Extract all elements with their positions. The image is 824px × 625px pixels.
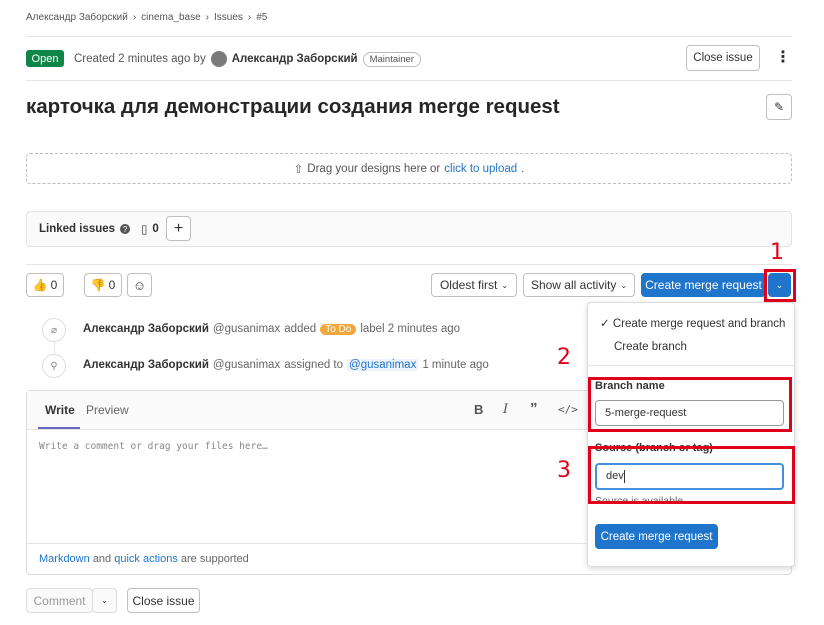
- linked-issues-panel: Linked issues ? ▯ 0: [26, 211, 792, 247]
- breadcrumb-issues[interactable]: Issues: [214, 12, 243, 23]
- comment-button[interactable]: Comment: [26, 588, 93, 613]
- divider: [587, 365, 795, 366]
- dropzone-text: Drag your designs here or: [307, 162, 441, 175]
- issue-meta: Created 2 minutes ago by Александр Забор…: [74, 51, 421, 67]
- breadcrumb-issue-ref[interactable]: #5: [256, 12, 267, 23]
- add-reaction-button[interactable]: ☺: [127, 273, 152, 297]
- footer-close-issue-button[interactable]: Close issue: [127, 588, 200, 613]
- event-handle: @gusanimax: [212, 323, 281, 335]
- event-user[interactable]: Александр Заборский: [83, 323, 209, 335]
- option-create-branch[interactable]: Create branch: [614, 341, 687, 353]
- avatar: [210, 51, 227, 67]
- pencil-icon: ✎: [773, 100, 785, 114]
- chevron-down-icon: ⌄: [101, 596, 108, 605]
- author-name[interactable]: Александр Заборский: [232, 53, 358, 65]
- thumbs-up-icon: 👍: [32, 278, 48, 292]
- italic-icon[interactable]: I: [503, 402, 508, 417]
- add-linked-issue-button[interactable]: +: [166, 216, 191, 241]
- thumbs-down-button[interactable]: 👎 0: [84, 273, 122, 297]
- event-handle: @gusanimax: [212, 359, 281, 371]
- annotation-box-3: [588, 446, 795, 504]
- quick-actions-link[interactable]: quick actions: [114, 553, 178, 565]
- chevron-down-icon: ⌄: [620, 280, 628, 290]
- sort-order-dropdown[interactable]: Oldest first ⌄: [431, 273, 517, 297]
- markdown-link[interactable]: Markdown: [39, 553, 90, 565]
- thumbs-down-icon: 👎: [90, 278, 106, 292]
- activity-filter-dropdown[interactable]: Show all activity ⌄: [523, 273, 635, 297]
- design-dropzone[interactable]: ⇧ Drag your designs here or click to upl…: [26, 153, 792, 184]
- option-1-label: Create merge request and branch: [612, 318, 786, 330]
- dropdown-create-mr-button[interactable]: Create merge request: [595, 524, 718, 549]
- checkmark-icon: ✓: [600, 318, 610, 330]
- role-badge: Maintainer: [362, 51, 421, 67]
- event-time: label 2 minutes ago: [360, 323, 461, 335]
- issue-title: карточка для демонстрации создания merge…: [26, 95, 560, 118]
- close-issue-button[interactable]: Close issue: [686, 45, 760, 71]
- thumbs-down-count: 0: [108, 278, 116, 292]
- breadcrumb-project[interactable]: cinema_base: [141, 12, 200, 23]
- activity-filter-label: Show all activity: [530, 278, 617, 292]
- thumbs-up-count: 0: [50, 278, 58, 292]
- edit-title-button[interactable]: ✎: [766, 94, 792, 120]
- comment-button-label: Comment: [33, 593, 86, 608]
- event-time: 1 minute ago: [422, 359, 489, 371]
- issues-icon: ▯: [141, 224, 148, 236]
- markdown-hint: Markdown and quick actions are supported: [39, 553, 249, 565]
- event-action: added: [284, 323, 317, 335]
- more-actions-icon[interactable]: ⋮: [775, 46, 791, 70]
- annotation-box-2: [588, 377, 792, 432]
- hint-supported: are supported: [180, 553, 249, 565]
- annotation-number-1: 1: [770, 240, 784, 265]
- chevron-right-icon: ›: [247, 12, 252, 23]
- dropzone-end: .: [521, 162, 525, 175]
- assignee-link[interactable]: @gusanimax: [347, 359, 419, 371]
- chevron-down-icon: ⌄: [501, 280, 509, 290]
- breadcrumb: Александр Заборский › cinema_base › Issues…: [26, 12, 267, 23]
- tab-active-underline: [38, 427, 80, 429]
- comment-options-toggle[interactable]: ⌄: [92, 588, 117, 613]
- thumbs-up-button[interactable]: 👍 0: [26, 273, 64, 297]
- divider: [26, 36, 792, 37]
- label-event-icon: ⌀: [42, 318, 66, 342]
- quote-icon[interactable]: ”: [530, 400, 538, 417]
- smiley-icon: ☺: [132, 277, 147, 293]
- plus-icon: +: [173, 219, 184, 237]
- annotation-box-1: [764, 269, 796, 302]
- sort-order-label: Oldest first: [439, 278, 498, 292]
- create-merge-request-button[interactable]: Create merge request: [641, 273, 766, 297]
- upload-link[interactable]: click to upload: [444, 163, 517, 175]
- comment-textarea[interactable]: Write a comment or drag your files here…: [39, 441, 268, 452]
- linked-count: 0: [152, 223, 159, 235]
- hint-and: and: [92, 553, 112, 565]
- chevron-right-icon: ›: [205, 12, 209, 23]
- bold-icon[interactable]: B: [474, 402, 483, 417]
- chevron-right-icon: ›: [132, 12, 137, 23]
- event-user[interactable]: Александр Заборский: [83, 359, 209, 371]
- option-create-mr-and-branch[interactable]: ✓ Create merge request and branch: [600, 316, 785, 330]
- help-icon[interactable]: ?: [120, 224, 131, 234]
- created-text: Created 2 minutes ago by: [74, 53, 206, 65]
- timeline-item: Александр Заборский @gusanimax added To …: [83, 323, 460, 335]
- assign-event-icon: ⚲: [42, 354, 66, 378]
- todo-label-badge[interactable]: To Do: [320, 323, 357, 335]
- breadcrumb-user[interactable]: Александр Заборский: [26, 12, 128, 23]
- annotation-number-3: 3: [557, 458, 571, 483]
- tab-preview[interactable]: Preview: [86, 403, 129, 417]
- linked-issues-label: Linked issues: [39, 223, 116, 235]
- tab-write[interactable]: Write: [45, 403, 75, 417]
- timeline-item: Александр Заборский @gusanimax assigned …: [83, 359, 489, 371]
- upload-icon: ⇧: [293, 163, 304, 176]
- code-icon[interactable]: </>: [558, 403, 578, 416]
- status-badge: Open: [26, 50, 64, 67]
- divider: [26, 264, 792, 265]
- divider: [26, 80, 792, 81]
- event-action: assigned to: [284, 359, 344, 371]
- annotation-number-2: 2: [557, 345, 571, 370]
